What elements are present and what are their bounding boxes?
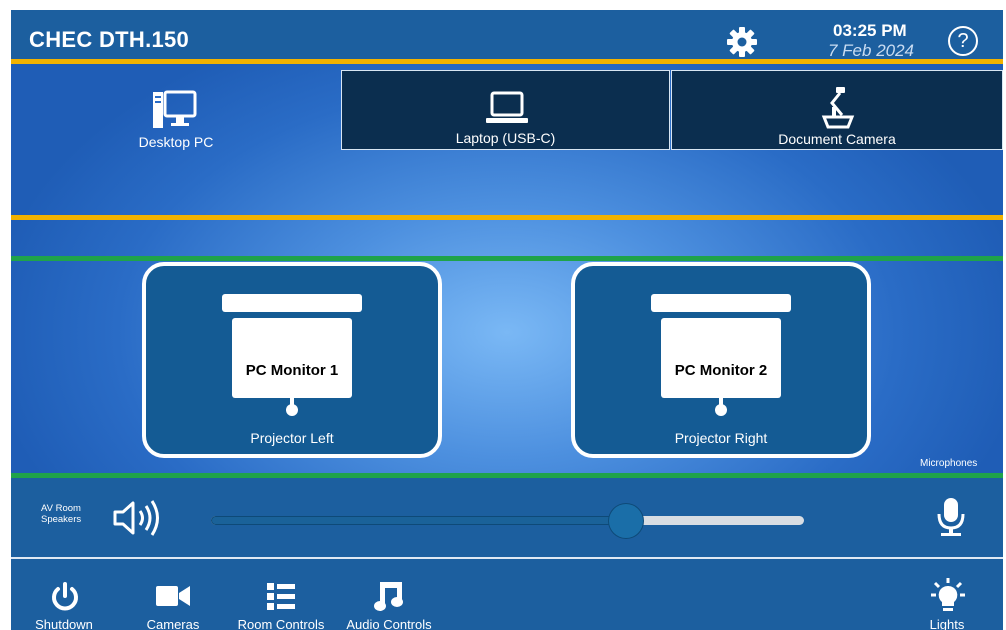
tab-laptop-usb-c[interactable]: Laptop (USB-C)	[341, 70, 670, 150]
microphone-icon[interactable]	[935, 496, 967, 538]
speakers-label: AV Room Speakers	[41, 503, 81, 525]
green-guide-line	[11, 473, 1003, 478]
document-camera-icon	[821, 87, 855, 129]
nav-room-controls-label: Room Controls	[237, 617, 325, 630]
nav-audio-controls[interactable]: Audio Controls	[344, 559, 434, 630]
volume-slider-handle[interactable]	[609, 504, 644, 538]
speakers-label-line2: Speakers	[41, 514, 82, 525]
orange-guide-line	[11, 215, 1003, 220]
video-camera-icon	[156, 586, 190, 606]
nav-lights-label: Lights	[929, 617, 965, 630]
display-name: PC Monitor 2	[674, 362, 768, 379]
projector-screen-icon	[651, 294, 791, 416]
audio-bar: AV Room Speakers	[11, 478, 1003, 557]
clock-date: 7 Feb 2024	[828, 41, 915, 60]
nav-cameras[interactable]: Cameras	[133, 559, 213, 630]
list-icon	[267, 583, 295, 610]
nav-cameras-label: Cameras	[146, 617, 200, 630]
nav-lights[interactable]: Lights	[917, 559, 977, 630]
power-icon	[52, 582, 78, 611]
room-title: CHEC DTH.150	[29, 27, 190, 52]
nav-audio-controls-label: Audio Controls	[346, 617, 432, 630]
green-guide-line	[11, 256, 1003, 261]
microphones-label: Microphones	[920, 458, 978, 469]
display-name: PC Monitor 1	[245, 362, 339, 379]
display-location: Projector Right	[674, 430, 768, 446]
volume-slider[interactable]	[211, 504, 804, 538]
speakers-label-line1: AV Room	[41, 503, 81, 514]
desktop-pc-icon	[153, 90, 197, 128]
display-location: Projector Left	[250, 430, 334, 446]
laptop-icon	[486, 91, 528, 123]
tab-document-camera[interactable]: Document Camera	[671, 70, 1003, 150]
gear-icon[interactable]	[725, 25, 759, 59]
tab-desktop-pc[interactable]: Desktop PC	[11, 70, 341, 150]
music-note-icon	[374, 582, 403, 611]
light-bulb-icon	[931, 578, 965, 611]
nav-room-controls[interactable]: Room Controls	[234, 559, 328, 630]
nav-shutdown-label: Shutdown	[35, 617, 93, 630]
header-bar: CHEC DTH.150 03:25 PM 7 Feb 2024 ?	[11, 10, 1003, 62]
help-button[interactable]: ?	[948, 26, 978, 56]
nav-shutdown[interactable]: Shutdown	[23, 559, 105, 630]
tab-document-camera-label: Document Camera	[778, 131, 896, 147]
bottom-nav: Shutdown Cameras Room Controls Audio Con…	[11, 559, 1003, 630]
display-pc-monitor-1[interactable]: PC Monitor 1 Projector Left	[142, 262, 442, 458]
orange-guide-line	[11, 59, 1003, 64]
speaker-volume-icon[interactable]	[111, 498, 167, 538]
touch-panel: CHEC DTH.150 03:25 PM 7 Feb 2024 ? Deskt…	[11, 10, 1003, 630]
clock-time: 03:25 PM	[833, 21, 907, 40]
tab-laptop-label: Laptop (USB-C)	[455, 130, 556, 146]
projector-screen-icon	[222, 294, 362, 416]
tab-desktop-pc-label: Desktop PC	[138, 134, 214, 150]
volume-slider-fill	[211, 516, 627, 525]
display-pc-monitor-2[interactable]: PC Monitor 2 Projector Right	[571, 262, 871, 458]
